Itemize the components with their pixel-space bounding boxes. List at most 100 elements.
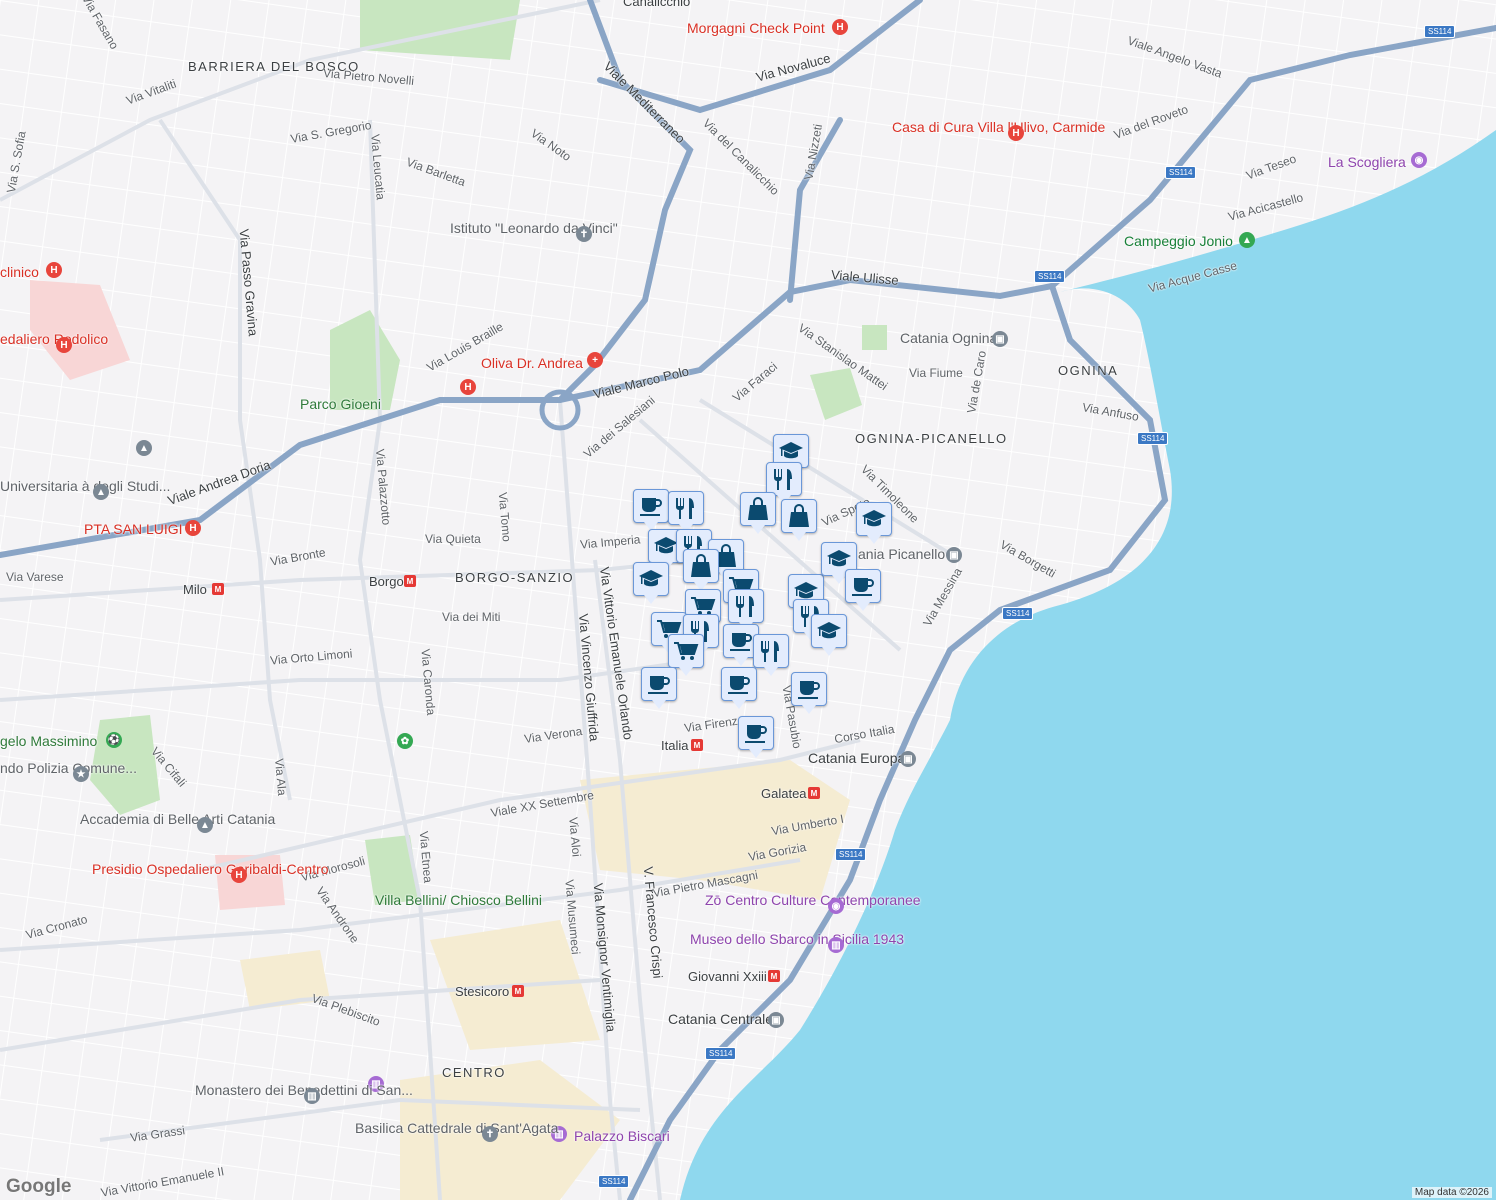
poi-label[interactable]: Presidio Ospedaliero Garibaldi-Centro xyxy=(92,862,227,876)
poi-label[interactable]: clinico xyxy=(0,264,39,280)
cart-icon xyxy=(673,640,699,662)
metro-icon[interactable]: M xyxy=(212,583,224,595)
metro-label[interactable]: Galatea xyxy=(761,786,807,801)
restaurant-icon xyxy=(773,467,795,491)
place-marker-graduation[interactable] xyxy=(811,614,847,648)
poi-label[interactable]: Parco Gioeni xyxy=(300,397,381,411)
hospital-icon[interactable]: H xyxy=(460,379,476,395)
station-label[interactable]: Catania Centrale xyxy=(668,1012,773,1026)
place-marker-shopping[interactable] xyxy=(740,492,776,526)
poi-label[interactable]: Museo dello Sbarco in Sicilia 1943 xyxy=(690,932,822,946)
street-label: Via Fiume xyxy=(909,366,963,380)
metro-label[interactable]: Borgo xyxy=(369,574,404,589)
poi-label[interactable]: Oliva Dr. Andrea xyxy=(481,355,583,371)
poi-label[interactable]: Istituto "Leonardo da Vinci" xyxy=(450,221,570,235)
metro-icon[interactable]: M xyxy=(404,575,416,587)
station-label[interactable]: Catania Europa xyxy=(808,751,905,765)
church-icon[interactable]: ✝ xyxy=(576,226,592,242)
area-label: Canalicchio xyxy=(623,0,690,9)
poi-label[interactable]: Accademia di Belle Arti Catania xyxy=(80,812,195,826)
train-icon[interactable]: ▣ xyxy=(900,751,916,767)
graduation-icon xyxy=(638,568,664,590)
hospital-icon[interactable]: H xyxy=(832,19,848,35)
place-marker-cart[interactable] xyxy=(668,634,704,668)
metro-label[interactable]: Milo xyxy=(183,582,207,597)
place-marker-graduation[interactable] xyxy=(633,562,669,596)
poi-label[interactable]: gelo Massimino xyxy=(0,734,97,748)
poi-label[interactable]: ndo Polizia Comune... xyxy=(0,761,70,775)
stadium-icon[interactable]: ⚽ xyxy=(106,732,122,748)
restaurant-icon xyxy=(675,496,697,520)
place-marker-restaurant[interactable] xyxy=(766,462,802,496)
metro-icon[interactable]: M xyxy=(768,970,780,982)
metro-label[interactable]: Giovanni Xxiii xyxy=(688,969,767,984)
school-icon[interactable]: ▲ xyxy=(136,440,152,456)
place-marker-cafe[interactable] xyxy=(641,667,677,701)
graduation-icon xyxy=(778,440,804,462)
metro-icon[interactable]: M xyxy=(691,739,703,751)
station-label[interactable]: ania Picanello xyxy=(858,547,945,561)
district-label: OGNINA xyxy=(1058,363,1118,378)
hospital-icon[interactable]: H xyxy=(56,337,72,353)
train-icon[interactable]: ▣ xyxy=(946,547,962,563)
place-marker-cafe[interactable] xyxy=(633,489,669,523)
place-marker-shopping[interactable] xyxy=(781,499,817,533)
poi-label[interactable]: PTA SAN LUIGI xyxy=(84,521,183,537)
restaurant-icon xyxy=(760,639,782,663)
park-icon[interactable]: ✿ xyxy=(397,733,413,749)
hospital-icon[interactable]: H xyxy=(1008,125,1024,141)
place-marker-cafe[interactable] xyxy=(845,569,881,603)
cafe-icon xyxy=(744,722,768,744)
station-label[interactable]: Catania Ognina xyxy=(900,331,997,345)
museum-icon[interactable]: ▥ xyxy=(828,937,844,953)
metro-icon[interactable]: M xyxy=(512,985,524,997)
route-shield: SS114 xyxy=(598,1175,629,1188)
cafe-icon xyxy=(851,575,875,597)
poi-label[interactable]: Zō Centro Culture Contemporanee xyxy=(705,893,825,907)
place-marker-cafe[interactable] xyxy=(791,672,827,706)
street-label: Via Quieta xyxy=(425,532,481,546)
poi-label[interactable]: Monastero dei Benedettini di San... xyxy=(195,1083,300,1097)
metro-label[interactable]: Italia xyxy=(661,738,688,753)
museum-icon[interactable]: ▥ xyxy=(304,1088,320,1104)
metro-icon[interactable]: M xyxy=(808,787,820,799)
poi-label[interactable]: Campeggio Jonio xyxy=(1124,233,1233,249)
metro-label[interactable]: Stesicoro xyxy=(455,984,509,999)
place-marker-restaurant[interactable] xyxy=(728,589,764,623)
poi-label[interactable]: Palazzo Biscari xyxy=(574,1128,670,1144)
poi-label[interactable]: Villa Bellini/ Chiosco Bellini xyxy=(375,893,480,907)
train-icon[interactable]: ▣ xyxy=(768,1012,784,1028)
poi-label[interactable]: Basilica Cattedrale di Sant'Agata xyxy=(355,1121,480,1135)
route-shield: SS114 xyxy=(835,848,866,861)
place-marker-restaurant[interactable] xyxy=(753,634,789,668)
poi-label[interactable]: Casa di Cura Villa l'Ulivo, Carmide xyxy=(892,120,1002,134)
place-marker-graduation[interactable] xyxy=(856,502,892,536)
campground-icon[interactable]: ▲ xyxy=(1239,232,1255,248)
train-icon[interactable]: ▣ xyxy=(992,331,1008,347)
police-icon[interactable]: ★ xyxy=(73,766,89,782)
poi-label[interactable]: Universitaria à degli Studi... xyxy=(0,479,90,493)
shopping-icon xyxy=(690,554,712,578)
poi-label[interactable]: La Scogliera xyxy=(1328,154,1406,170)
place-marker-shopping[interactable] xyxy=(683,549,719,583)
route-shield: SS114 xyxy=(1165,166,1196,179)
church-icon[interactable]: ✝ xyxy=(482,1126,498,1142)
place-marker-cafe[interactable] xyxy=(738,716,774,750)
camera-icon[interactable]: ◉ xyxy=(1411,152,1427,168)
hospital-icon[interactable]: H xyxy=(46,262,62,278)
school-icon[interactable]: ▲ xyxy=(197,817,213,833)
poi-label[interactable]: edaliero Rodolico xyxy=(0,332,50,346)
place-marker-cafe[interactable] xyxy=(721,667,757,701)
medical-icon[interactable]: + xyxy=(587,352,603,368)
hospital-icon[interactable]: H xyxy=(231,867,247,883)
place-marker-restaurant[interactable] xyxy=(668,491,704,525)
map-attribution[interactable]: Map data ©2026 xyxy=(1412,1187,1492,1198)
poi-label[interactable]: Morgagni Check Point xyxy=(687,20,825,36)
restaurant-icon xyxy=(735,594,757,618)
hospital-icon[interactable]: H xyxy=(185,520,201,536)
school-icon[interactable]: ▲ xyxy=(93,484,109,500)
google-logo: Google xyxy=(6,1176,71,1198)
camera-icon[interactable]: ◉ xyxy=(828,898,844,914)
route-shield: SS114 xyxy=(1034,270,1065,283)
cafe-icon xyxy=(727,673,751,695)
